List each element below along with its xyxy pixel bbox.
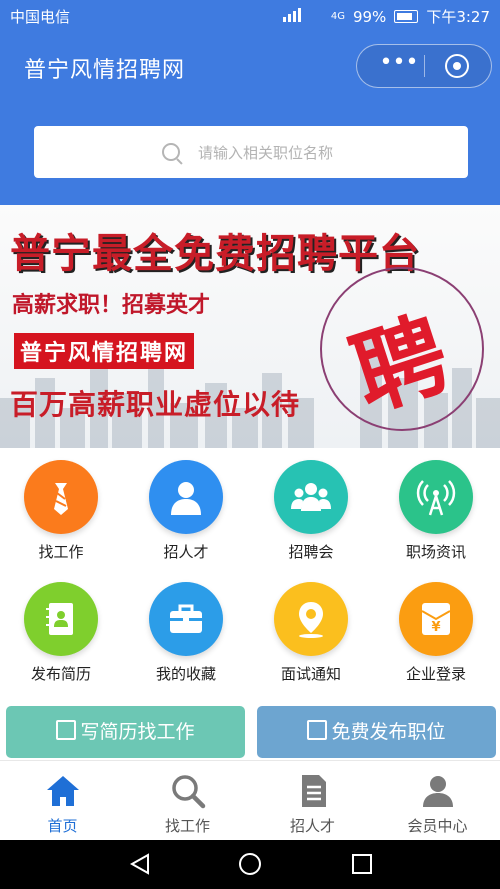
back-triangle-icon[interactable] bbox=[128, 852, 152, 876]
grid-item-label: 发布简历 bbox=[30, 665, 91, 683]
banner-brand: 普宁风情招聘网 bbox=[14, 333, 195, 369]
location-pin-icon bbox=[274, 582, 348, 656]
grid-item-hire-talent[interactable]: 招人才 bbox=[125, 448, 250, 568]
grid-item-label: 招人才 bbox=[163, 543, 209, 561]
feature-grid: 找工作 招人才 招聘会 职场资讯 发布简历 我的收藏 面试通知 ¥ 企业登录 bbox=[0, 448, 500, 703]
write-resume-button[interactable]: 写简历找工作 bbox=[6, 706, 245, 758]
search-input[interactable] bbox=[196, 138, 450, 168]
page-title: 普宁风情招聘网 bbox=[24, 58, 186, 83]
banner-stamp: 聘 bbox=[320, 267, 484, 431]
tab-find-job[interactable]: 找工作 bbox=[125, 761, 250, 841]
grid-item-company-login[interactable]: ¥ 企业登录 bbox=[375, 570, 500, 690]
grid-item-interview-notice[interactable]: 面试通知 bbox=[250, 570, 375, 690]
grid-item-label: 我的收藏 bbox=[155, 665, 216, 683]
status-right: 4G 99% 下午3:27 bbox=[282, 6, 490, 27]
tab-label: 招人才 bbox=[289, 817, 335, 835]
stamp-character: 聘 bbox=[339, 299, 461, 431]
clock-time: 下午3:27 bbox=[426, 8, 490, 26]
post-job-label: 免费发布职位 bbox=[331, 721, 446, 743]
svg-text:¥: ¥ bbox=[431, 620, 440, 635]
grid-item-job-fair[interactable]: 招聘会 bbox=[250, 448, 375, 568]
miniapp-capsule: ••• bbox=[356, 44, 492, 88]
carrier-name: 中国电信 bbox=[10, 8, 71, 26]
broadcast-icon bbox=[399, 460, 473, 534]
tab-home[interactable]: 首页 bbox=[0, 761, 125, 841]
banner-subline: 高薪求职！招募英才 bbox=[12, 292, 211, 318]
search-icon bbox=[162, 143, 180, 161]
search-bar[interactable] bbox=[34, 126, 468, 178]
tab-bar: 首页 找工作 招人才 会员中心 bbox=[0, 760, 500, 841]
close-miniapp-icon[interactable] bbox=[445, 54, 469, 78]
home-circle-icon[interactable] bbox=[238, 852, 262, 876]
signal-icon bbox=[282, 7, 323, 26]
search-icon bbox=[172, 775, 206, 809]
edit-icon bbox=[56, 720, 77, 740]
banner-tagline: 百万高薪职业虚位以待 bbox=[10, 388, 301, 421]
grid-item-post-resume[interactable]: 发布简历 bbox=[0, 570, 125, 690]
tab-hire-talent[interactable]: 招人才 bbox=[250, 761, 375, 841]
battery-percent: 99% bbox=[352, 7, 387, 26]
grid-item-label: 职场资讯 bbox=[405, 543, 466, 561]
person-icon bbox=[149, 460, 223, 534]
briefcase-icon bbox=[149, 582, 223, 656]
group-icon bbox=[274, 460, 348, 534]
tab-label: 首页 bbox=[47, 817, 78, 835]
system-nav-bar bbox=[0, 840, 500, 889]
recents-square-icon[interactable] bbox=[350, 852, 374, 876]
more-options-icon[interactable]: ••• bbox=[377, 52, 421, 76]
grid-item-label: 企业登录 bbox=[405, 665, 466, 683]
grid-item-my-favorites[interactable]: 我的收藏 bbox=[125, 570, 250, 690]
title-bar: 普宁风情招聘网 ••• bbox=[0, 38, 500, 98]
tab-label: 会员中心 bbox=[407, 817, 468, 835]
grid-item-label: 招聘会 bbox=[288, 543, 334, 561]
tab-member-center[interactable]: 会员中心 bbox=[375, 761, 500, 841]
document-icon bbox=[302, 775, 326, 807]
banner-headline: 普宁最全免费招聘平台 bbox=[10, 231, 420, 277]
capsule-divider bbox=[424, 55, 425, 77]
home-icon bbox=[47, 776, 79, 806]
grid-item-label: 找工作 bbox=[38, 543, 84, 561]
grid-item-label: 面试通知 bbox=[280, 665, 341, 683]
edit-icon bbox=[307, 720, 328, 740]
write-resume-label: 写简历找工作 bbox=[80, 721, 195, 743]
promo-banner[interactable]: 普宁最全免费招聘平台 高薪求职！招募英才 普宁风情招聘网 百万高薪职业虚位以待 … bbox=[0, 205, 500, 448]
status-bar: 中国电信 4G 99% 下午3:27 bbox=[0, 0, 500, 32]
tie-icon bbox=[24, 460, 98, 534]
grid-item-career-news[interactable]: 职场资讯 bbox=[375, 448, 500, 568]
tab-label: 找工作 bbox=[164, 817, 210, 835]
yen-envelope-icon: ¥ bbox=[399, 582, 473, 656]
resume-book-icon bbox=[24, 582, 98, 656]
grid-item-find-job[interactable]: 找工作 bbox=[0, 448, 125, 568]
post-job-button[interactable]: 免费发布职位 bbox=[257, 706, 496, 758]
battery-icon bbox=[394, 10, 419, 23]
user-icon bbox=[423, 776, 453, 807]
signal-type: 4G bbox=[330, 11, 345, 22]
